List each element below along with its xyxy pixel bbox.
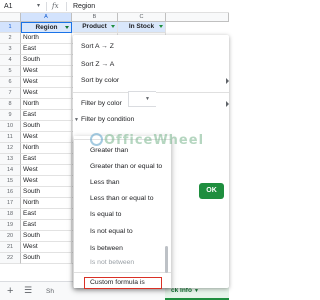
condition-select[interactable]: ▼ [128,91,156,107]
chevron-right-icon [226,101,229,107]
formula-bar: A1 ▾ fx Region [0,0,229,13]
menu-sort-a-z[interactable]: Sort A → Z [81,43,114,50]
row-header[interactable]: 20 [0,231,21,242]
row-header[interactable]: 13 [0,154,21,165]
row-header[interactable]: 7 [0,88,21,99]
header-cell-product[interactable]: Product [72,22,118,33]
header-cell-in-stock[interactable]: In Stock [118,22,166,33]
region-cell[interactable]: North [21,33,72,44]
filter-icon[interactable] [159,25,163,28]
row-header[interactable]: 5 [0,66,21,77]
formula-input[interactable]: Region [73,3,95,10]
row-header[interactable]: 1 [0,22,21,33]
row-header[interactable]: 22 [0,253,21,264]
option-greater-than-or-equal[interactable]: Greater than or equal to [90,163,162,170]
column-header-a[interactable]: A [21,13,72,22]
fx-icon: fx [52,2,59,10]
region-cell[interactable]: West [21,66,72,77]
menu-filter-by-color[interactable]: Filter by color [81,100,122,107]
region-cell[interactable]: South [21,55,72,66]
option-less-than[interactable]: Less than [90,179,119,186]
chevron-down-icon: ▼ [145,96,150,102]
option-is-not-between[interactable]: Is not between [90,259,134,266]
chevron-down-icon: ▼ [193,288,199,294]
row-header[interactable]: 3 [0,44,21,55]
row-header[interactable]: 21 [0,242,21,253]
region-cell[interactable]: East [21,209,72,220]
menu-sort-z-a[interactable]: Sort Z → A [81,61,114,68]
row-header[interactable]: 10 [0,121,21,132]
region-cell[interactable]: South [21,187,72,198]
sheet-tab-label: ck Info [171,287,192,294]
row-header[interactable]: 14 [0,165,21,176]
row-header[interactable]: 17 [0,198,21,209]
chevron-right-icon [226,78,229,84]
row-header[interactable]: 6 [0,77,21,88]
condition-options-list: Greater than Greater than or equal to Le… [74,136,171,289]
filter-icon[interactable] [65,26,69,29]
menu-sort-by-color[interactable]: Sort by color [81,77,119,84]
column-header-d[interactable] [166,13,229,22]
region-cell[interactable]: East [21,154,72,165]
option-is-equal-to[interactable]: Is equal to [90,211,121,218]
region-cell[interactable]: West [21,77,72,88]
option-is-not-equal-to[interactable]: Is not equal to [90,228,133,235]
region-cell[interactable]: South [21,121,72,132]
row-header[interactable]: 18 [0,209,21,220]
header-label-product: Product [82,23,107,30]
menu-filter-by-condition[interactable]: Filter by condition [81,116,134,123]
region-cell[interactable]: East [21,110,72,121]
formula-bar-divider [46,2,47,11]
row-header[interactable]: 8 [0,99,21,110]
row-header[interactable]: 15 [0,176,21,187]
expand-caret-icon[interactable]: ▼ [74,117,79,123]
option-greater-than[interactable]: Greater than [90,147,128,154]
row-header[interactable]: 12 [0,143,21,154]
formula-bar-divider [66,2,67,11]
row-header[interactable]: 16 [0,187,21,198]
list-divider [74,272,171,273]
region-cell[interactable]: West [21,165,72,176]
select-all-corner[interactable] [0,13,21,22]
header-label-in-stock: In Stock [128,23,155,30]
add-sheet-button[interactable]: + [7,285,13,297]
row-header[interactable]: 11 [0,132,21,143]
all-sheets-icon[interactable]: ☰ [24,285,32,296]
sheet-tab[interactable]: Sh [46,288,54,295]
column-header-c[interactable]: C [118,13,166,22]
filter-icon[interactable] [111,25,115,28]
region-cell[interactable]: East [21,44,72,55]
option-is-between[interactable]: Is between [90,245,123,252]
ok-button[interactable]: OK [199,183,224,199]
row-header[interactable]: 9 [0,110,21,121]
region-cell[interactable]: South [21,253,72,264]
region-cell[interactable]: North [21,143,72,154]
header-label-region: Region [35,24,58,31]
region-cell[interactable]: West [21,88,72,99]
watermark: OfficeWheel [104,133,205,148]
highlight-box [84,277,162,289]
watermark-logo-icon [90,133,103,146]
scrollbar[interactable] [165,246,168,273]
region-cell[interactable]: West [21,242,72,253]
region-cell[interactable]: North [21,99,72,110]
name-box[interactable]: A1 [4,3,13,10]
region-cell[interactable]: East [21,220,72,231]
row-header[interactable]: 4 [0,55,21,66]
header-cell-region[interactable]: Region [21,22,72,33]
name-box-dropdown-icon[interactable]: ▾ [37,2,40,9]
region-cell[interactable]: West [21,176,72,187]
row-header[interactable]: 19 [0,220,21,231]
region-cell[interactable]: South [21,231,72,242]
column-header-b[interactable]: B [72,13,118,22]
option-less-than-or-equal[interactable]: Less than or equal to [90,195,153,202]
region-cell[interactable]: West [21,132,72,143]
region-cell[interactable]: North [21,198,72,209]
row-header[interactable]: 2 [0,33,21,44]
